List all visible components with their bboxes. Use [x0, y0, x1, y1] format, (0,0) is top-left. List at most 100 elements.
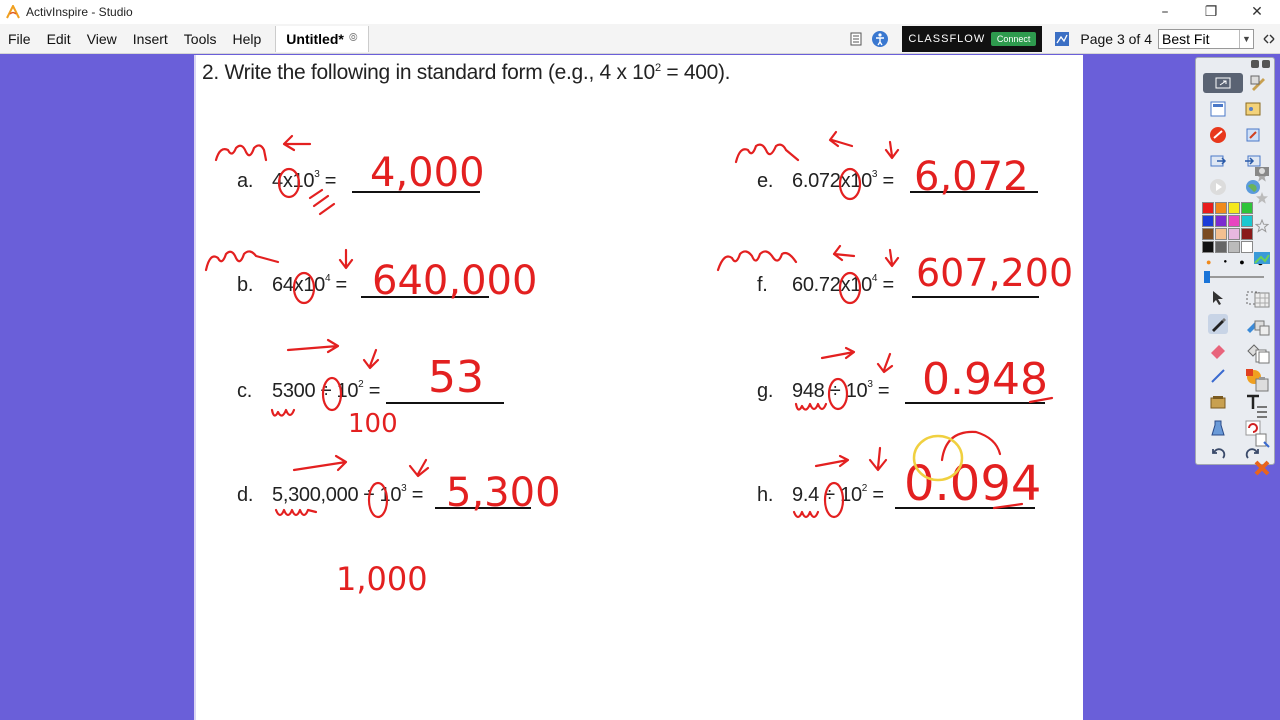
- document-tab[interactable]: Untitled* ⦾: [275, 25, 369, 52]
- restore-icon[interactable]: ❐: [1188, 0, 1234, 24]
- activinspire-logo-icon: [6, 5, 20, 19]
- problem-equals: =: [877, 380, 890, 402]
- problem-ten: 10: [292, 170, 315, 192]
- resources-icon[interactable]: [1208, 392, 1228, 412]
- close-icon[interactable]: ✕: [1234, 0, 1280, 24]
- problem-operator: x: [840, 170, 851, 192]
- problem-operator: x: [293, 274, 304, 296]
- toolbox-pin-icon[interactable]: [1251, 60, 1259, 68]
- problem-e: e. 6.072x103 =: [757, 169, 894, 193]
- classflow-connect-button[interactable]: Connect: [990, 32, 1037, 46]
- problem-operator: ÷: [824, 484, 835, 506]
- spotlight-icon[interactable]: [1252, 248, 1272, 268]
- answer-line-b: [361, 296, 489, 298]
- delete-icon[interactable]: [1252, 458, 1272, 478]
- swatch-gray[interactable]: [1215, 241, 1227, 253]
- edit-profile-icon[interactable]: [1248, 73, 1268, 93]
- accessibility-icon[interactable]: [871, 30, 889, 48]
- problem-base: 9.4: [792, 484, 819, 506]
- play-icon[interactable]: [1208, 177, 1228, 197]
- red-pen-quick-icon[interactable]: [1208, 125, 1228, 145]
- problem-operator: ÷: [829, 380, 841, 402]
- problem-exponent: 3: [871, 169, 878, 181]
- grid-icon[interactable]: [1252, 290, 1272, 310]
- flipchart-icon[interactable]: [1208, 99, 1228, 119]
- problem-exponent: 4: [871, 273, 878, 285]
- swatch-blue[interactable]: [1202, 215, 1214, 227]
- browsers-icon[interactable]: [1243, 99, 1263, 119]
- page-zoom-icon[interactable]: [1252, 430, 1272, 450]
- problem-ten: 10: [379, 484, 402, 506]
- magic-ink-icon[interactable]: [1208, 418, 1228, 438]
- copy-icon[interactable]: [1252, 346, 1272, 366]
- zoom-select[interactable]: Best Fit ▼: [1158, 29, 1254, 49]
- notes-icon[interactable]: [847, 30, 865, 48]
- select-arrow-icon[interactable]: [1208, 288, 1228, 308]
- swatch-orange[interactable]: [1215, 202, 1227, 214]
- window-title: ActivInspire - Studio: [26, 5, 133, 19]
- problem-c: c. 5300 ÷ 102 =: [237, 379, 380, 403]
- swatch-yellow[interactable]: [1228, 202, 1240, 214]
- answer-line-h: [895, 507, 1035, 509]
- tab-close-icon[interactable]: ⦾: [349, 32, 358, 45]
- duplicate-icon[interactable]: [1252, 318, 1272, 338]
- collapse-toolbar-icon[interactable]: [1258, 28, 1280, 50]
- problem-h: h. 9.4 ÷ 102 =: [757, 483, 884, 507]
- answer-line-f: [912, 296, 1039, 298]
- connector-icon[interactable]: [1208, 366, 1228, 386]
- problem-operator: ÷: [320, 380, 332, 402]
- problem-base: 5,300,000: [272, 484, 359, 506]
- problem-d: d. 5,300,000 ÷ 103 =: [237, 483, 423, 507]
- width-medium-icon[interactable]: ●: [1239, 257, 1244, 267]
- swatch-pink[interactable]: [1228, 215, 1240, 227]
- pages-icon[interactable]: [1243, 125, 1263, 145]
- eraser-icon[interactable]: [1208, 340, 1228, 360]
- swatch-brown[interactable]: [1202, 228, 1214, 240]
- pen-icon[interactable]: [1207, 314, 1228, 334]
- swatch-black[interactable]: [1202, 241, 1214, 253]
- menu-file[interactable]: File: [0, 31, 39, 47]
- dot-selector-icon[interactable]: ●: [1206, 257, 1211, 267]
- camera-icon[interactable]: [1252, 160, 1272, 180]
- swatch-peach[interactable]: [1215, 228, 1227, 240]
- chevron-down-icon[interactable]: ▼: [1239, 30, 1253, 48]
- width-small-icon[interactable]: ●: [1224, 259, 1228, 265]
- export-icon[interactable]: [1208, 151, 1228, 171]
- menu-view[interactable]: View: [79, 31, 125, 47]
- undo-icon[interactable]: [1208, 444, 1228, 464]
- problem-letter: c.: [237, 380, 252, 402]
- menu-help[interactable]: Help: [224, 31, 269, 47]
- answer-line-d: [435, 507, 531, 509]
- swatch-light-gray[interactable]: [1228, 241, 1240, 253]
- tools-list-icon[interactable]: [1252, 402, 1272, 422]
- menu-bar: File Edit View Insert Tools Help Untitle…: [0, 24, 1280, 54]
- toolbox-header[interactable]: [1196, 58, 1274, 70]
- toolbox-close-icon[interactable]: [1262, 60, 1270, 68]
- flipchart-page[interactable]: 2. Write the following in standard form …: [196, 55, 1083, 720]
- toolbox-side-column: [1252, 160, 1274, 478]
- problem-base: 948: [792, 380, 825, 402]
- slider-thumb[interactable]: [1204, 271, 1210, 283]
- question-suffix: = 400).: [660, 61, 731, 84]
- share-icon[interactable]: [1202, 73, 1243, 93]
- problem-letter: f.: [757, 274, 768, 296]
- swatch-lilac[interactable]: [1228, 228, 1240, 240]
- question-text: 2. Write the following in standard form …: [202, 61, 655, 84]
- menu-insert[interactable]: Insert: [125, 31, 176, 47]
- problem-b: b. 64x104 =: [237, 273, 347, 297]
- swatch-red[interactable]: [1202, 202, 1214, 214]
- problem-base: 6.072: [792, 170, 841, 192]
- star-icon[interactable]: [1252, 188, 1272, 208]
- page-browser-icon[interactable]: [1053, 30, 1071, 48]
- swatch-purple[interactable]: [1215, 215, 1227, 227]
- problem-exponent: 2: [358, 379, 364, 391]
- clipboard-icon[interactable]: [1252, 374, 1272, 394]
- menu-tools[interactable]: Tools: [176, 31, 225, 47]
- problem-base: 4: [272, 170, 283, 192]
- problem-ten: 10: [850, 170, 872, 192]
- problem-equals: =: [324, 170, 337, 192]
- star-outline-icon[interactable]: [1252, 216, 1272, 236]
- answer-line-c: [386, 402, 504, 404]
- menu-edit[interactable]: Edit: [39, 31, 79, 47]
- minimize-icon[interactable]: –: [1142, 0, 1188, 24]
